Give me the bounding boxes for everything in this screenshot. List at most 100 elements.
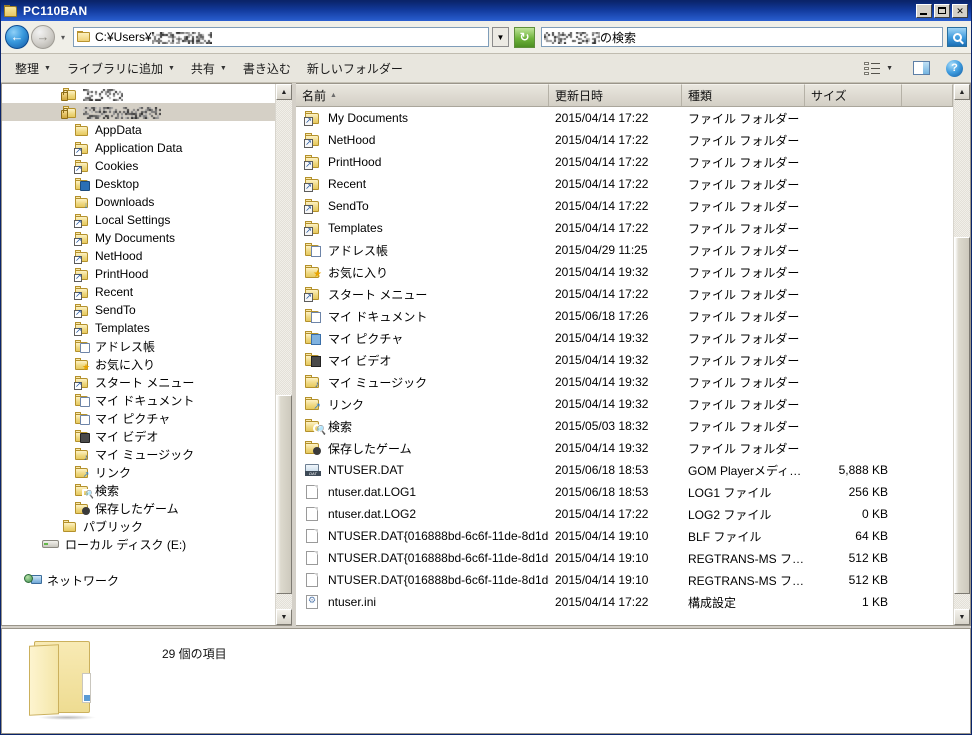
title-bar[interactable]: PC110BAN ✕ (1, 1, 971, 21)
table-row[interactable]: NTUSER.DAT{016888bd-6c6f-11de-8d1d-… 2015… (296, 525, 953, 547)
table-row[interactable]: ↗ リンク 2015/04/14 19:32 ファイル フォルダー (296, 393, 953, 415)
tree-item-22[interactable]: 🔍 検索 (2, 481, 275, 499)
tree-item-15[interactable]: ★ お気に入り (2, 355, 275, 373)
tree-item-9[interactable]: NetHood (2, 247, 275, 265)
column-header-date[interactable]: 更新日時 (549, 84, 682, 106)
file-name-cell: マイ ビデオ (296, 352, 549, 369)
table-row[interactable]: SendTo 2015/04/14 17:22 ファイル フォルダー (296, 195, 953, 217)
search-button[interactable] (947, 27, 967, 47)
table-row[interactable]: Recent 2015/04/14 17:22 ファイル フォルダー (296, 173, 953, 195)
tree-item-18[interactable]: マイ ピクチャ (2, 409, 275, 427)
table-row[interactable]: 🔍 検索 2015/05/03 18:32 ファイル フォルダー (296, 415, 953, 437)
table-row[interactable]: ★ お気に入り 2015/04/14 19:32 ファイル フォルダー (296, 261, 953, 283)
tree-item-21[interactable]: ↗ リンク (2, 463, 275, 481)
maximize-button[interactable] (934, 4, 950, 18)
file-name-label: NTUSER.DAT (328, 463, 404, 477)
tree-item-spacer[interactable] (2, 103, 275, 121)
tree-item-7[interactable]: Local Settings (2, 211, 275, 229)
file-name-cell: Recent (296, 176, 549, 192)
change-view-button[interactable]: ▼ (856, 58, 901, 78)
scroll-down-button[interactable]: ▼ (954, 609, 970, 625)
tree-item-3[interactable]: Application Data (2, 139, 275, 157)
file-date-cell: 2015/04/14 19:10 (555, 529, 649, 543)
column-headers: 名前 ▲ 更新日時 種類 サイズ (296, 84, 953, 107)
scroll-track[interactable] (276, 100, 292, 609)
table-row[interactable]: ♪ マイ ミュージック 2015/04/14 19:32 ファイル フォルダー (296, 371, 953, 393)
table-row[interactable]: ntuser.ini 2015/04/14 17:22 構成設定 1 KB (296, 591, 953, 613)
search-input[interactable]: の検索 (541, 27, 943, 47)
table-row[interactable]: NetHood 2015/04/14 17:22 ファイル フォルダー (296, 129, 953, 151)
tree-item-8[interactable]: My Documents (2, 229, 275, 247)
table-row[interactable]: NTUSER.DAT{016888bd-6c6f-11de-8d1d-… 2015… (296, 547, 953, 569)
tree-item-label: マイ ドキュメント (95, 393, 195, 408)
column-header-type[interactable]: 種類 (682, 84, 805, 106)
scroll-down-button[interactable]: ▼ (276, 609, 292, 625)
organize-button[interactable]: 整理 ▼ (7, 57, 59, 80)
file-date-cell: 2015/04/14 19:32 (555, 375, 649, 389)
folder-savedgames-icon (304, 440, 322, 456)
table-row[interactable]: Templates 2015/04/14 17:22 ファイル フォルダー (296, 217, 953, 239)
tree-item-20[interactable]: ♪ マイ ミュージック (2, 445, 275, 463)
table-row[interactable]: 保存したゲーム 2015/04/14 19:32 ファイル フォルダー (296, 437, 953, 459)
table-row[interactable]: ntuser.dat.LOG2 2015/04/14 17:22 LOG2 ファイル… (296, 503, 953, 525)
table-row[interactable]: ntuser.dat.LOG1 2015/06/18 18:53 LOG1 ファイル… (296, 481, 953, 503)
tree-item-14[interactable]: アドレス帳 (2, 337, 275, 355)
address-input[interactable]: C:¥Users¥ (73, 27, 489, 47)
tree-item-17[interactable]: マイ ドキュメント (2, 391, 275, 409)
scroll-thumb[interactable] (954, 237, 970, 594)
back-button[interactable]: ← (5, 25, 29, 49)
tree-item-4[interactable]: Cookies (2, 157, 275, 175)
tree-item-2[interactable]: AppData (2, 121, 275, 139)
scroll-up-button[interactable]: ▲ (954, 84, 970, 100)
table-row[interactable]: DAT NTUSER.DAT 2015/06/18 18:53 GOM Playerメ… (296, 459, 953, 481)
folder-shortcut-icon (304, 220, 322, 236)
burn-button[interactable]: 書き込む (235, 57, 299, 80)
tree-item-6[interactable]: ↓ Downloads (2, 193, 275, 211)
scroll-thumb[interactable] (276, 395, 292, 594)
table-row[interactable]: スタート メニュー 2015/04/14 17:22 ファイル フォルダー (296, 283, 953, 305)
tree-item-11[interactable]: Recent (2, 283, 275, 301)
tree-item-24[interactable]: パブリック (2, 517, 275, 535)
tree-item-12[interactable]: SendTo (2, 301, 275, 319)
file-date-cell: 2015/04/29 11:25 (555, 243, 648, 257)
address-dropdown-button[interactable]: ▼ (492, 27, 509, 47)
table-row[interactable]: マイ ピクチャ 2015/04/14 19:32 ファイル フォルダー (296, 327, 953, 349)
tree-item-19[interactable]: マイ ビデオ (2, 427, 275, 445)
help-button[interactable]: ? (946, 59, 963, 77)
tree-item-10[interactable]: PrintHood (2, 265, 275, 283)
tree-item-23[interactable]: 保存したゲーム (2, 499, 275, 517)
forward-button[interactable]: → (31, 25, 55, 49)
tree-item-5[interactable]: Desktop (2, 175, 275, 193)
new-folder-button[interactable]: 新しいフォルダー (299, 57, 411, 80)
file-list-scrollbar[interactable]: ▲ ▼ (953, 84, 970, 625)
tree-item-25[interactable]: ローカル ディスク (E:) (2, 535, 275, 553)
table-row[interactable]: アドレス帳 2015/04/29 11:25 ファイル フォルダー (296, 239, 953, 261)
add-to-library-label: ライブラリに追加 (66, 61, 163, 76)
table-row[interactable]: マイ ドキュメント 2015/06/18 17:26 ファイル フォルダー (296, 305, 953, 327)
add-to-library-button[interactable]: ライブラリに追加 ▼ (59, 57, 183, 80)
column-header-size[interactable]: サイズ (805, 84, 902, 106)
navigation-scrollbar[interactable]: ▲ ▼ (275, 84, 292, 625)
tree-item-spacer[interactable] (2, 85, 275, 103)
table-row[interactable]: PrintHood 2015/04/14 17:22 ファイル フォルダー (296, 151, 953, 173)
table-row[interactable]: マイ ビデオ 2015/04/14 19:32 ファイル フォルダー (296, 349, 953, 371)
folder-documents-icon (74, 393, 90, 408)
table-row[interactable]: My Documents 2015/04/14 17:22 ファイル フォルダー (296, 107, 953, 129)
minimize-button[interactable] (916, 4, 932, 18)
file-rows[interactable]: My Documents2015/04/14 17:22ファイル フォルダーNe… (296, 107, 953, 625)
share-button[interactable]: 共有 ▼ (183, 57, 235, 80)
tree-item-16[interactable]: スタート メニュー (2, 373, 275, 391)
close-button[interactable]: ✕ (952, 4, 968, 18)
recent-pages-button[interactable]: ▾ (57, 33, 69, 42)
table-row[interactable]: NTUSER.DAT{016888bd-6c6f-11de-8d1d-… 2015… (296, 569, 953, 591)
tree-item-27[interactable]: ネットワーク (2, 571, 275, 589)
column-header-filler[interactable] (902, 84, 953, 106)
folder-tree[interactable]: AppData Application Data Cookies Desktop ↓ Do… (2, 84, 275, 625)
scroll-track[interactable] (954, 100, 970, 609)
refresh-button[interactable]: ↻ (514, 26, 535, 48)
tree-item-13[interactable]: Templates (2, 319, 275, 337)
file-name-label: SendTo (328, 199, 369, 213)
column-header-name[interactable]: 名前 ▲ (296, 84, 549, 106)
preview-pane-button[interactable] (901, 58, 938, 78)
scroll-up-button[interactable]: ▲ (276, 84, 292, 100)
